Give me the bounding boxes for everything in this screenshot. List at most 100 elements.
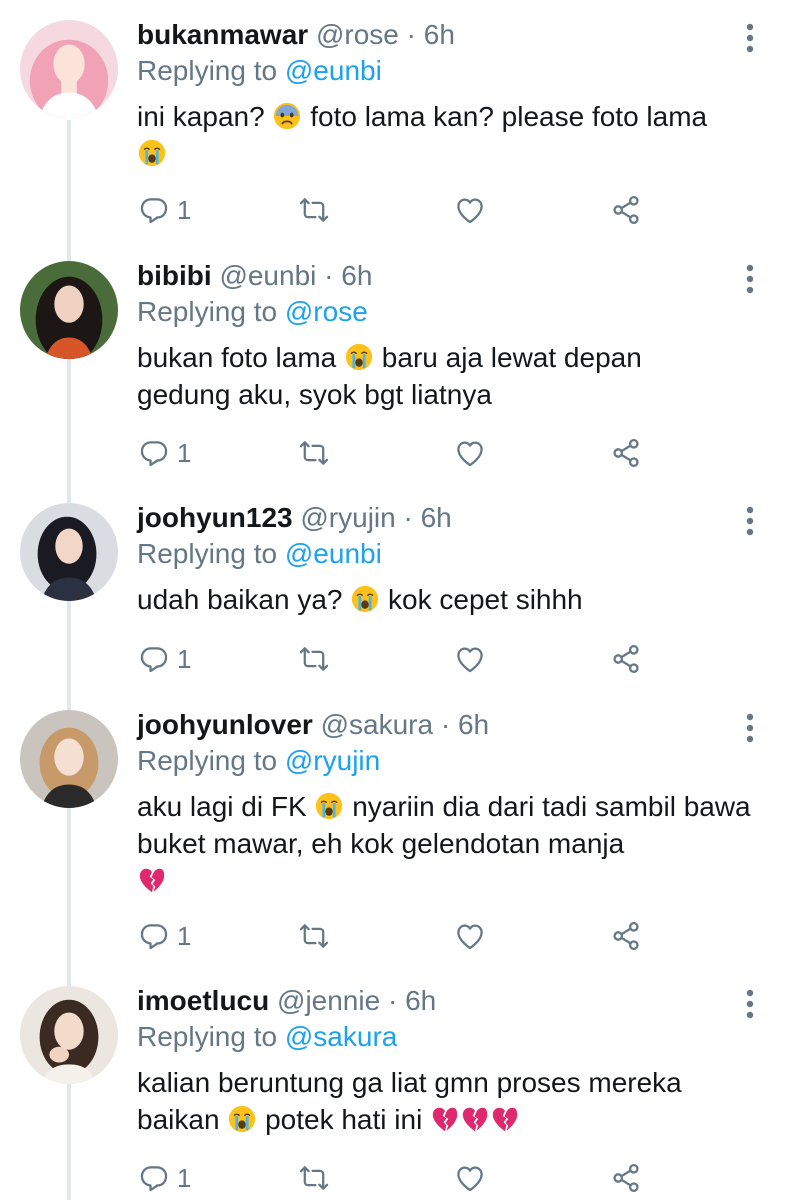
retweet-button[interactable] [297,190,331,230]
crying-face-emoji [314,791,344,821]
retweet-button[interactable] [297,1158,331,1198]
tweet-header: bukanmawar @rose · 6h [137,18,455,52]
more-icon[interactable] [740,505,760,537]
replying-to: Replying to @sakura [137,1020,397,1054]
tweet-actions: 1 [137,916,657,956]
mention-link[interactable]: @eunbi [285,538,382,569]
retweet-icon [297,1161,331,1195]
like-button[interactable] [453,433,487,473]
avatar[interactable] [20,503,118,601]
more-icon[interactable] [740,22,760,54]
more-icon[interactable] [740,263,760,295]
avatar[interactable] [20,20,118,118]
avatar[interactable] [20,710,118,808]
reply-icon [137,642,171,676]
tweet-actions: 1 [137,1158,657,1198]
replying-to: Replying to @eunbi [137,54,382,88]
username[interactable]: @rose [316,19,399,50]
reply-icon [137,919,171,953]
retweet-button[interactable] [297,916,331,956]
tweet-text-part: udah baikan ya? [137,584,351,615]
share-icon [609,193,643,227]
replying-to-prefix: Replying to [137,1021,285,1052]
tweet-text: kalian beruntung ga liat gmn proses mere… [137,1064,737,1138]
tweet-text: ini kapan? foto lama kan? please foto la… [137,98,777,172]
tweet-text: aku lagi di FK nyariin dia dari tadi sam… [137,788,757,899]
separator: · [440,709,451,740]
avatar[interactable] [20,261,118,359]
more-icon[interactable] [740,712,760,744]
display-name[interactable]: joohyunlover [137,709,313,740]
like-button[interactable] [453,639,487,679]
tweet-text-part: ini kapan? [137,101,273,132]
timestamp[interactable]: 6h [341,260,372,291]
retweet-button[interactable] [297,433,331,473]
reply-icon [137,436,171,470]
username[interactable]: @jennie [277,985,380,1016]
broken-heart-emoji [490,1104,520,1134]
mention-link[interactable]: @rose [285,296,368,327]
replying-to-prefix: Replying to [137,538,285,569]
reply-button[interactable]: 1 [137,190,191,230]
share-button[interactable] [609,1158,643,1198]
mention-link[interactable]: @eunbi [285,55,382,86]
timestamp[interactable]: 6h [405,985,436,1016]
username[interactable]: @sakura [321,709,433,740]
like-icon [453,1161,487,1195]
reply-button[interactable]: 1 [137,433,191,473]
reply-count: 1 [177,194,192,225]
display-name[interactable]: joohyun123 [137,502,293,533]
like-icon [453,193,487,227]
separator: · [403,502,413,533]
tweet-actions: 1 [137,639,657,679]
tweet-text-part: kok cepet sihhh [380,584,583,615]
replying-to: Replying to @ryujin [137,744,380,778]
username[interactable]: @ryujin [300,502,395,533]
broken-heart-emoji [137,865,167,895]
like-icon [453,436,487,470]
like-icon [453,919,487,953]
like-button[interactable] [453,916,487,956]
reply-icon [137,193,171,227]
tweet-header: bibibi @eunbi · 6h [137,259,372,293]
tweet-text-part: foto lama kan? please foto lama [302,101,708,132]
more-icon[interactable] [740,988,760,1020]
retweet-icon [297,919,331,953]
like-icon [453,642,487,676]
avatar[interactable] [20,986,118,1084]
share-icon [609,1161,643,1195]
like-button[interactable] [453,1158,487,1198]
share-icon [609,642,643,676]
share-button[interactable] [609,190,643,230]
username[interactable]: @eunbi [219,260,316,291]
like-button[interactable] [453,190,487,230]
timestamp[interactable]: 6h [458,709,489,740]
mention-link[interactable]: @ryujin [285,745,380,776]
display-name[interactable]: bukanmawar [137,19,308,50]
share-button[interactable] [609,639,643,679]
replying-to-prefix: Replying to [137,745,285,776]
tweet-header: joohyun123 @ryujin · 6h [137,501,452,535]
separator: · [387,985,398,1016]
tweet-text-part: aku lagi di FK [137,791,315,822]
reply-count: 1 [177,643,192,674]
timestamp[interactable]: 6h [421,502,452,533]
separator: · [324,260,334,291]
broken-heart-emoji [460,1104,490,1134]
share-button[interactable] [609,433,643,473]
crying-face-emoji [137,138,167,168]
reply-button[interactable]: 1 [137,1158,191,1198]
timestamp[interactable]: 6h [424,19,455,50]
tweet-header: joohyunlover @sakura · 6h [137,708,489,742]
reply-button[interactable]: 1 [137,916,191,956]
separator: · [406,19,416,50]
share-button[interactable] [609,916,643,956]
retweet-button[interactable] [297,639,331,679]
display-name[interactable]: imoetlucu [137,985,269,1016]
reply-button[interactable]: 1 [137,639,191,679]
mention-link[interactable]: @sakura [285,1021,397,1052]
reply-icon [137,1161,171,1195]
display-name[interactable]: bibibi [137,260,212,291]
reply-count: 1 [177,437,192,468]
tweet-actions: 1 [137,190,657,230]
